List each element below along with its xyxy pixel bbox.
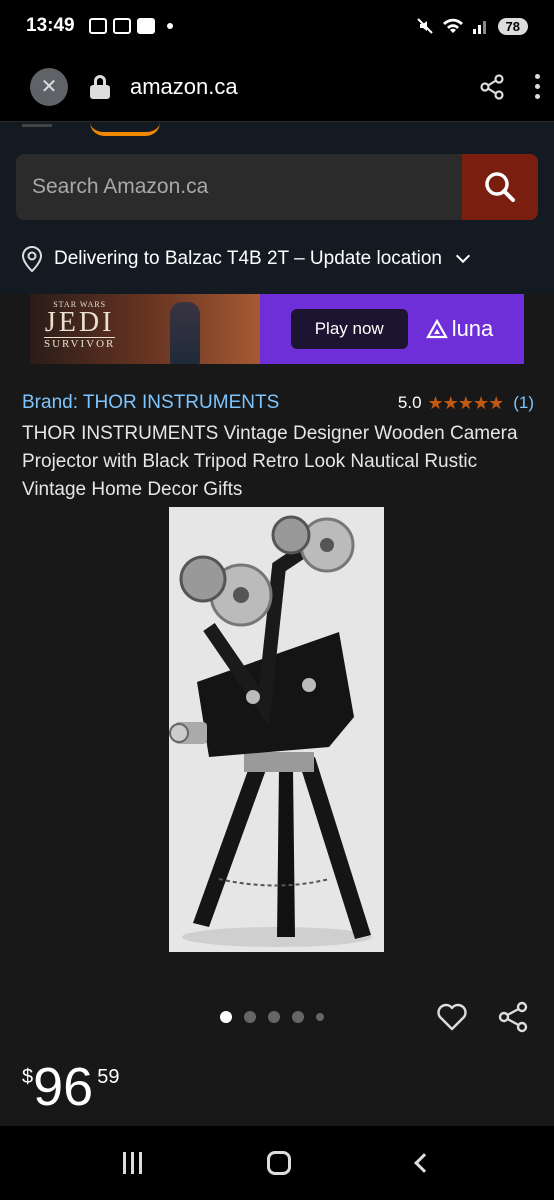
search-icon bbox=[485, 172, 515, 202]
close-tab-button[interactable]: ✕ bbox=[30, 67, 68, 106]
browser-toolbar: ✕ amazon.ca bbox=[0, 52, 554, 122]
rating[interactable]: 5.0 ★★★★★ (1) bbox=[398, 393, 534, 414]
price-fraction: 59 bbox=[97, 1066, 120, 1088]
search-bar bbox=[16, 154, 538, 220]
notification-icons bbox=[88, 18, 173, 34]
wifi-icon bbox=[442, 18, 463, 33]
search-input[interactable] bbox=[16, 154, 462, 220]
screenshot-icon bbox=[88, 18, 107, 34]
character-image bbox=[170, 302, 200, 364]
carousel-dot[interactable] bbox=[268, 1011, 280, 1023]
carousel-dot[interactable] bbox=[220, 1011, 232, 1023]
home-button[interactable] bbox=[267, 1151, 292, 1175]
share-icon[interactable] bbox=[478, 73, 506, 101]
search-button[interactable] bbox=[462, 154, 538, 220]
ad-banner[interactable]: STAR WARS JEDI SURVIVOR Play now luna bbox=[30, 294, 524, 364]
film-reel bbox=[271, 515, 311, 555]
hamburger-menu-icon[interactable] bbox=[22, 124, 52, 127]
price-currency: $ bbox=[22, 1066, 34, 1088]
lock-icon[interactable] bbox=[90, 74, 110, 99]
game-logo: STAR WARS JEDI SURVIVOR bbox=[44, 300, 116, 350]
carousel-dot[interactable] bbox=[316, 1013, 324, 1021]
brand-rating-row: Brand: THOR INSTRUMENTS 5.0 ★★★★★ (1) bbox=[22, 392, 534, 414]
image-carousel-indicator[interactable] bbox=[220, 1011, 324, 1023]
brand-link[interactable]: Brand: THOR INSTRUMENTS bbox=[22, 392, 279, 414]
product-image[interactable] bbox=[169, 507, 384, 952]
url-text[interactable]: amazon.ca bbox=[130, 74, 238, 100]
location-pin-icon bbox=[21, 246, 43, 272]
share-product-icon[interactable] bbox=[497, 1001, 529, 1033]
luna-logo: luna bbox=[425, 316, 493, 342]
mute-icon bbox=[416, 18, 433, 34]
ad-artwork: STAR WARS JEDI SURVIVOR bbox=[30, 294, 260, 364]
ad-cta-area: Play now luna bbox=[260, 294, 524, 364]
gmail-icon bbox=[112, 18, 131, 34]
luna-icon bbox=[425, 319, 448, 339]
system-navigation-bar bbox=[0, 1126, 554, 1200]
star-rating-icon: ★★★★★ bbox=[427, 392, 505, 413]
youtube-icon bbox=[136, 18, 155, 34]
price-whole: 96 bbox=[33, 1057, 94, 1117]
product-title: THOR INSTRUMENTS Vintage Designer Wooden… bbox=[22, 423, 518, 500]
more-notifications-icon bbox=[166, 23, 173, 29]
status-bar: 13:49 78 bbox=[0, 0, 554, 52]
recent-apps-button[interactable] bbox=[122, 1152, 142, 1174]
delivery-text: Delivering to Balzac T4B 2T – Update loc… bbox=[54, 248, 442, 269]
carousel-dot[interactable] bbox=[292, 1011, 304, 1023]
back-button[interactable] bbox=[414, 1153, 435, 1173]
chevron-down-icon bbox=[455, 248, 471, 264]
carousel-dot[interactable] bbox=[244, 1011, 256, 1023]
amazon-header: Delivering to Balzac T4B 2T – Update loc… bbox=[0, 122, 554, 294]
film-reel bbox=[179, 555, 227, 603]
amazon-logo[interactable] bbox=[90, 122, 160, 136]
tripod-leg bbox=[277, 769, 295, 937]
product-price: $ 96 59 bbox=[22, 1058, 119, 1116]
more-menu-icon[interactable] bbox=[534, 74, 540, 99]
close-icon: ✕ bbox=[40, 76, 58, 98]
delivery-location[interactable]: Delivering to Balzac T4B 2T – Update loc… bbox=[20, 246, 471, 272]
review-count[interactable]: (1) bbox=[513, 393, 534, 413]
system-icons: 78 bbox=[416, 17, 528, 35]
battery-indicator: 78 bbox=[497, 17, 528, 35]
status-time: 13:49 bbox=[26, 15, 75, 36]
wishlist-heart-icon[interactable] bbox=[436, 1001, 468, 1033]
signal-icon bbox=[472, 21, 486, 34]
rating-score: 5.0 bbox=[397, 393, 422, 412]
play-now-button[interactable]: Play now bbox=[290, 309, 408, 349]
